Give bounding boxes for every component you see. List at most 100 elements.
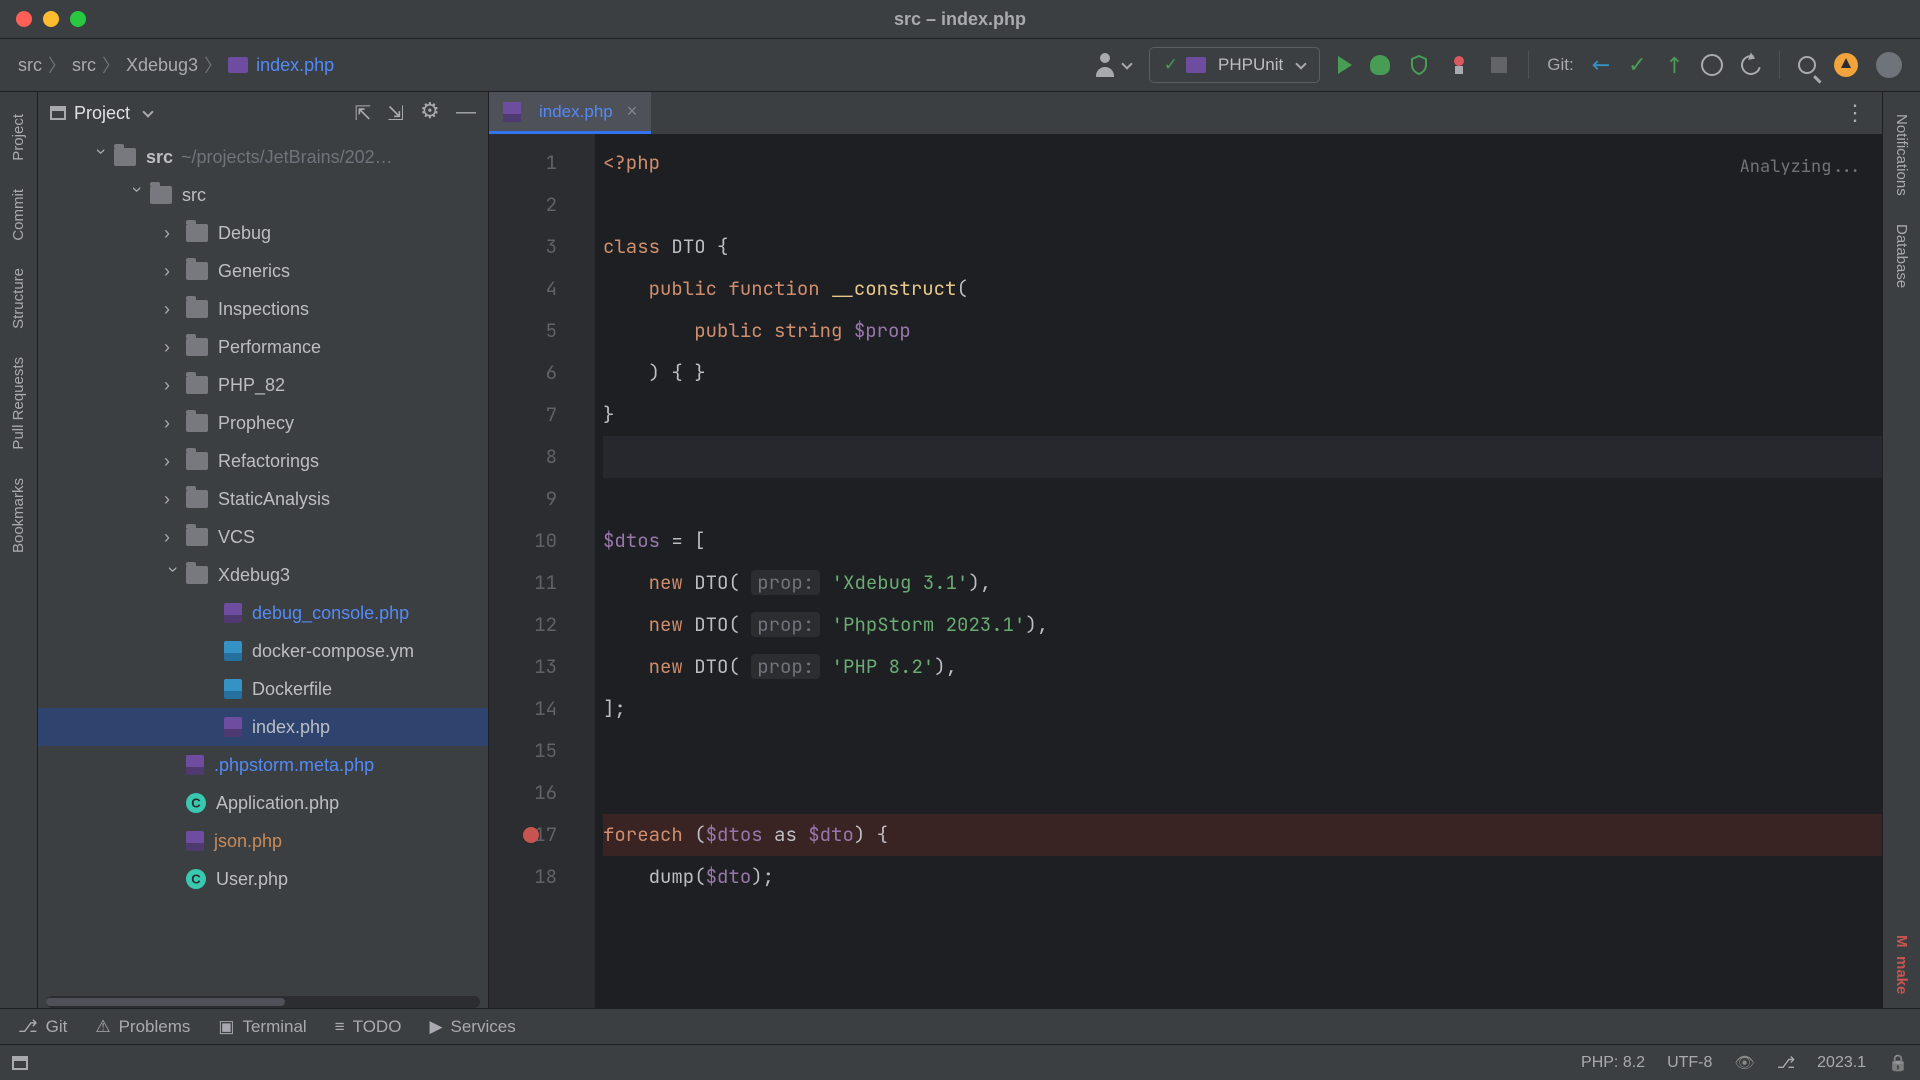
right-tool-rail: Notifications Database Mmake	[1882, 92, 1920, 1008]
code-content[interactable]: Analyzing... <?php class DTO { public fu…	[595, 134, 1882, 1008]
tree-folder[interactable]: ›PHP_82	[38, 366, 488, 404]
titlebar: src – index.php	[0, 0, 1920, 38]
debug-button[interactable]	[1370, 55, 1390, 75]
hide-button[interactable]: —	[456, 101, 476, 126]
close-window-button[interactable]	[16, 11, 32, 27]
terminal-tool-button[interactable]: ▣Terminal	[218, 1017, 306, 1037]
tree-folder[interactable]: ›Prophecy	[38, 404, 488, 442]
minimize-window-button[interactable]	[43, 11, 59, 27]
breadcrumb-part[interactable]: src	[18, 55, 42, 76]
run-config-label: PHPUnit	[1218, 55, 1283, 75]
expand-all-button[interactable]: ⇲	[387, 101, 404, 126]
php-version-status[interactable]: PHP: 8.2	[1581, 1054, 1645, 1072]
close-tab-button[interactable]: ×	[627, 101, 638, 122]
tab-actions-button[interactable]: ⋮	[1828, 92, 1882, 134]
project-view-icon	[50, 106, 66, 120]
run-button[interactable]	[1338, 56, 1352, 74]
warning-icon: ⚠	[95, 1017, 110, 1037]
code-with-me-button[interactable]	[1093, 53, 1131, 77]
tree-folder[interactable]: ›VCS	[38, 518, 488, 556]
breadcrumb-part[interactable]: src	[72, 55, 96, 76]
tree-file[interactable]: .phpstorm.meta.php	[38, 746, 488, 784]
editor-tab-active[interactable]: index.php ×	[489, 92, 651, 134]
stop-button[interactable]	[1488, 54, 1510, 76]
chevron-down-icon	[1296, 58, 1307, 69]
project-tool-button[interactable]: Project	[6, 100, 31, 175]
navbar: src〉 src〉 Xdebug3〉 index.php ✓ PHPUnit G…	[0, 38, 1920, 92]
tree-folder[interactable]: ›Inspections	[38, 290, 488, 328]
git-label: Git:	[1547, 55, 1573, 75]
tree-folder[interactable]: ›src	[38, 176, 488, 214]
tree-folder[interactable]: ›StaticAnalysis	[38, 480, 488, 518]
services-tool-button[interactable]: ▶Services	[429, 1017, 515, 1037]
breakpoint-icon: 17	[489, 814, 557, 856]
chevron-down-icon	[142, 106, 153, 117]
tree-folder[interactable]: ›Xdebug3	[38, 556, 488, 594]
code-editor[interactable]: 123 456 789 101112 131415 161718 Analyzi…	[489, 134, 1882, 1008]
horizontal-scrollbar[interactable]	[46, 996, 480, 1008]
tree-file[interactable]: json.php	[38, 822, 488, 860]
tree-file[interactable]: User.php	[38, 860, 488, 898]
encoding-status[interactable]: UTF-8	[1667, 1054, 1712, 1072]
breadcrumb-file[interactable]: index.php	[256, 55, 334, 76]
php-file-icon	[503, 102, 521, 122]
tree-folder[interactable]: ›Performance	[38, 328, 488, 366]
breadcrumb[interactable]: src〉 src〉 Xdebug3〉 index.php	[18, 52, 334, 78]
tree-file[interactable]: docker-compose.ym	[38, 632, 488, 670]
php-file-icon	[228, 57, 248, 73]
git-pull-button[interactable]: ↙	[1585, 49, 1616, 80]
git-branch-status[interactable]	[1777, 1053, 1795, 1073]
account-avatar[interactable]	[1876, 52, 1902, 78]
status-bar: PHP: 8.2 UTF-8 2023.1	[0, 1044, 1920, 1080]
separator	[1779, 51, 1780, 79]
bookmarks-tool-button[interactable]: Bookmarks	[6, 464, 31, 567]
editor-tabs: index.php × ⋮	[489, 92, 1882, 134]
maximize-window-button[interactable]	[70, 11, 86, 27]
tree-folder[interactable]: ›Generics	[38, 252, 488, 290]
make-tool-button[interactable]: Mmake	[1889, 921, 1914, 1008]
tree-root[interactable]: › src ~/projects/JetBrains/202…	[38, 138, 488, 176]
pull-requests-tool-button[interactable]: Pull Requests	[6, 343, 31, 464]
structure-tool-button[interactable]: Structure	[6, 254, 31, 343]
tree-file[interactable]: Application.php	[38, 784, 488, 822]
profile-button[interactable]	[1448, 54, 1470, 76]
fold-gutter[interactable]	[577, 134, 595, 1008]
database-tool-button[interactable]: Database	[1889, 210, 1914, 302]
coverage-button[interactable]	[1408, 54, 1430, 76]
line-number-gutter[interactable]: 123 456 789 101112 131415 161718	[489, 134, 577, 1008]
tree-folder[interactable]: ›Refactorings	[38, 442, 488, 480]
ide-version-status: 2023.1	[1817, 1054, 1866, 1072]
window-title: src – index.php	[894, 9, 1026, 30]
notifications-tool-button[interactable]: Notifications	[1889, 100, 1914, 210]
phpunit-icon	[1186, 57, 1206, 73]
tree-folder[interactable]: ›Debug	[38, 214, 488, 252]
project-panel-title[interactable]: Project	[50, 103, 152, 124]
separator	[1528, 51, 1529, 79]
search-everywhere-button[interactable]	[1798, 56, 1816, 74]
run-configuration-dropdown[interactable]: ✓ PHPUnit	[1149, 47, 1320, 83]
bottom-tool-bar: Git ⚠Problems ▣Terminal ≡TODO ▶Services	[0, 1008, 1920, 1044]
select-opened-file-button[interactable]: ⇱	[354, 101, 371, 126]
tree-file-selected[interactable]: index.php	[38, 708, 488, 746]
todo-tool-button[interactable]: ≡TODO	[335, 1017, 402, 1037]
git-tool-button[interactable]: Git	[18, 1017, 67, 1037]
tree-file[interactable]: Dockerfile	[38, 670, 488, 708]
problems-tool-button[interactable]: ⚠Problems	[95, 1017, 190, 1037]
left-tool-rail: Project Commit Structure Pull Requests B…	[0, 92, 38, 1008]
git-commit-button[interactable]: ✓	[1628, 52, 1646, 78]
settings-icon[interactable]	[420, 101, 440, 121]
play-icon: ▶	[429, 1017, 442, 1037]
analyzing-status: Analyzing...	[1740, 146, 1862, 188]
breadcrumb-part[interactable]: Xdebug3	[126, 55, 198, 76]
lock-icon[interactable]	[1888, 1053, 1908, 1073]
git-rollback-button[interactable]	[1737, 51, 1764, 78]
git-history-button[interactable]	[1701, 54, 1723, 76]
commit-tool-button[interactable]: Commit	[6, 175, 31, 255]
tool-windows-toggle[interactable]	[12, 1056, 28, 1070]
inspection-status-icon[interactable]	[1734, 1053, 1754, 1073]
project-tree[interactable]: › src ~/projects/JetBrains/202… ›src ›De…	[38, 134, 488, 996]
git-push-button[interactable]: ↗	[1658, 49, 1689, 80]
tree-file[interactable]: debug_console.php	[38, 594, 488, 632]
ide-update-button[interactable]	[1834, 53, 1858, 77]
branch-icon	[18, 1017, 38, 1037]
